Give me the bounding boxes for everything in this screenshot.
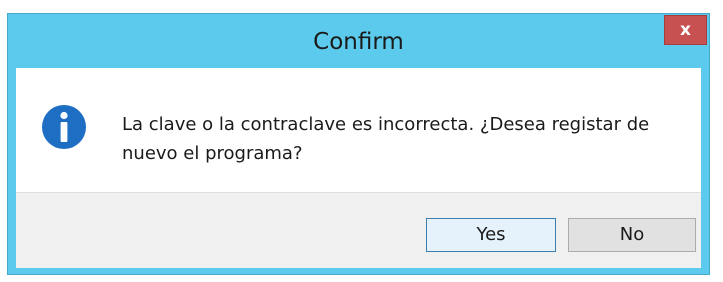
- close-button[interactable]: x: [664, 15, 707, 45]
- message-area: La clave o la contraclave es incorrecta.…: [16, 68, 701, 192]
- info-icon: [42, 105, 86, 149]
- yes-button[interactable]: Yes: [426, 218, 556, 252]
- confirm-dialog: Confirm x La clave o la contraclave es i…: [7, 13, 710, 275]
- dialog-content: La clave o la contraclave es incorrecta.…: [16, 68, 701, 268]
- close-icon: x: [680, 20, 691, 40]
- dialog-title: Confirm: [313, 29, 404, 55]
- button-bar: Yes No: [16, 192, 701, 268]
- no-button[interactable]: No: [568, 218, 696, 252]
- message-text: La clave o la contraclave es incorrecta.…: [122, 114, 650, 164]
- title-bar[interactable]: Confirm x: [8, 14, 709, 68]
